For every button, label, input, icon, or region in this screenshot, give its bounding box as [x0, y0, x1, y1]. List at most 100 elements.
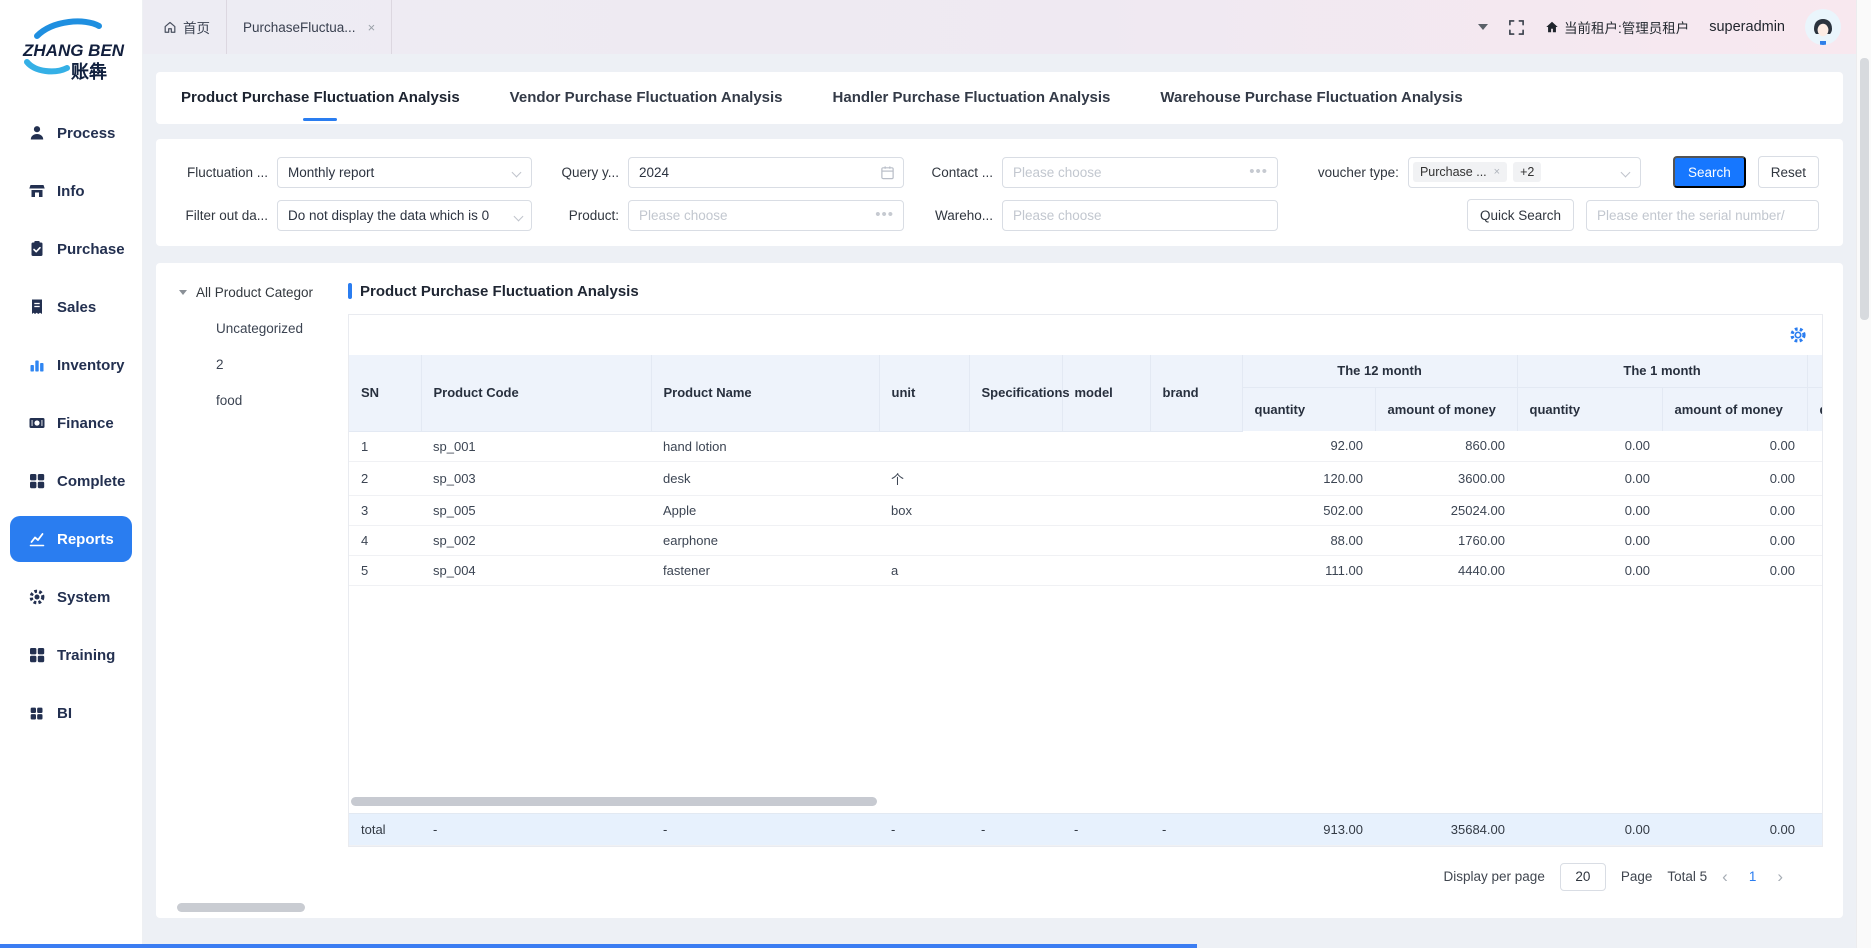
col-model[interactable]: model — [1062, 355, 1150, 431]
ellipsis-icon: ••• — [1249, 163, 1268, 180]
app-logo: ZHANG BEN 账犇 — [0, 0, 142, 104]
report-tab[interactable]: Warehouse Purchase Fluctuation Analysis — [1160, 72, 1462, 124]
col-unit[interactable]: unit — [879, 355, 969, 431]
col-12m-amount[interactable]: amount of money — [1375, 387, 1517, 431]
page-h-scrollbar-thumb[interactable] — [177, 903, 305, 912]
col-sn[interactable]: SN — [349, 355, 421, 431]
quick-search-button[interactable]: Quick Search — [1467, 199, 1574, 231]
cell-1m-amount: 0.00 — [1662, 555, 1807, 585]
total-1m-amount: 0.00 — [1662, 813, 1807, 845]
sidebar-item-complete[interactable]: Complete — [0, 452, 142, 510]
tree-item[interactable]: food — [156, 382, 348, 418]
table-toolbar — [349, 315, 1822, 355]
col-1m-quantity[interactable]: quantity — [1517, 387, 1662, 431]
chevron-down-icon — [512, 167, 522, 177]
col-brand[interactable]: brand — [1150, 355, 1242, 431]
col-product-code[interactable]: Product Code — [421, 355, 651, 431]
warehouse-input[interactable]: Please choose — [1002, 200, 1278, 231]
page-tab[interactable]: PurchaseFluctua... × — [227, 0, 391, 54]
tab-separator — [391, 0, 392, 54]
tag-close-icon[interactable]: × — [1494, 166, 1500, 178]
product-input[interactable]: Please choose ••• — [628, 200, 904, 231]
cell-model — [1062, 431, 1150, 461]
cell-spec — [969, 525, 1062, 555]
col-specifications[interactable]: Specifications — [969, 355, 1062, 431]
report-tab[interactable]: Product Purchase Fluctuation Analysis — [181, 72, 460, 124]
fullscreen-icon[interactable] — [1508, 19, 1525, 36]
info-icon — [27, 182, 46, 201]
page-size-input[interactable]: 20 — [1560, 863, 1606, 891]
sidebar-item-sales[interactable]: Sales — [0, 278, 142, 336]
cell-12m-quantity: 88.00 — [1242, 525, 1375, 555]
cell-unit — [879, 525, 969, 555]
tree-root-all-product-category[interactable]: All Product Categor — [156, 281, 348, 303]
sidebar-item-label: Purchase — [57, 241, 125, 258]
username[interactable]: superadmin — [1709, 19, 1785, 35]
sidebar-item-bi[interactable]: BI — [0, 684, 142, 742]
filter-zero-label: Filter out da... — [180, 208, 268, 223]
fluctuation-select[interactable]: Monthly report — [277, 157, 532, 188]
reset-button[interactable]: Reset — [1758, 156, 1819, 188]
table-row[interactable]: 1 sp_001 hand lotion 92.00 860.00 — [349, 431, 1822, 461]
col-product-name[interactable]: Product Name — [651, 355, 879, 431]
filter-zero-select[interactable]: Do not display the data which is 0 — [277, 200, 532, 231]
cell-code: sp_005 — [421, 495, 651, 525]
sidebar-item-process[interactable]: Process — [0, 104, 142, 162]
prev-page-icon[interactable]: ‹ — [1722, 868, 1728, 885]
avatar[interactable] — [1805, 9, 1841, 45]
sidebar-item-purchase[interactable]: Purchase — [0, 220, 142, 278]
table-h-scrollbar-thumb[interactable] — [351, 797, 877, 806]
next-page-icon[interactable]: › — [1777, 868, 1783, 885]
cell-brand — [1150, 525, 1242, 555]
cell-sn: 3 — [349, 495, 421, 525]
cell-unit: 个 — [879, 461, 969, 495]
cell-sn: 2 — [349, 461, 421, 495]
total-1m-quantity: 0.00 — [1517, 813, 1662, 845]
contact-input[interactable]: Please choose ••• — [1002, 157, 1278, 188]
close-icon[interactable]: × — [368, 21, 376, 34]
filter-panel: Fluctuation ... Monthly report Query y..… — [156, 139, 1843, 246]
cell-12m-quantity: 92.00 — [1242, 431, 1375, 461]
table-row[interactable]: 3 sp_005 Apple box 502.00 25024.00 — [349, 495, 1822, 525]
cell-model — [1062, 525, 1150, 555]
product-label: Product: — [559, 208, 619, 223]
cell-model — [1062, 555, 1150, 585]
sidebar-item-label: Process — [57, 125, 115, 142]
contact-label: Contact ... — [931, 165, 993, 180]
col-12m-quantity[interactable]: quantity — [1242, 387, 1375, 431]
table-row[interactable]: 2 sp_003 desk 个 120.00 3600.00 0.00 — [349, 461, 1822, 495]
col-1m-amount[interactable]: amount of money — [1662, 387, 1807, 431]
voucher-tag[interactable]: Purchase ... × — [1413, 162, 1507, 182]
report-tab[interactable]: Handler Purchase Fluctuation Analysis — [833, 72, 1111, 124]
report-tab[interactable]: Vendor Purchase Fluctuation Analysis — [510, 72, 783, 124]
column-settings-button[interactable] — [1789, 326, 1807, 344]
caret-down-icon[interactable] — [179, 290, 187, 295]
table-row[interactable]: 5 sp_004 fastener a 111.00 4440.00 — [349, 555, 1822, 585]
tenant-label: 当前租户:管理员租户 — [1564, 17, 1689, 37]
vertical-scrollbar[interactable] — [1856, 0, 1871, 948]
sidebar-item-reports[interactable]: Reports — [10, 516, 132, 562]
sidebar-item-inventory[interactable]: Inventory — [0, 336, 142, 394]
sidebar-item-finance[interactable]: Finance — [0, 394, 142, 452]
sidebar-item-system[interactable]: System — [0, 568, 142, 626]
chevron-down-icon[interactable] — [1478, 24, 1488, 30]
table-row[interactable]: 4 sp_002 earphone 88.00 1760.00 0. — [349, 525, 1822, 555]
vertical-scrollbar-thumb[interactable] — [1860, 58, 1869, 320]
tenant-info[interactable]: 当前租户:管理员租户 — [1545, 17, 1689, 37]
sidebar-item-training[interactable]: Training — [0, 626, 142, 684]
voucher-more-tag[interactable]: +2 — [1513, 162, 1541, 182]
tree-item[interactable]: Uncategorized — [156, 310, 348, 346]
col-group-12-month: The 12 month — [1242, 355, 1517, 387]
reports-icon — [27, 530, 46, 549]
purchase-icon — [27, 240, 46, 259]
tree-item[interactable]: 2 — [156, 346, 348, 382]
voucher-type-select[interactable]: Purchase ... × +2 — [1408, 157, 1641, 188]
current-page[interactable]: 1 — [1743, 869, 1763, 884]
complete-icon — [27, 472, 46, 491]
sidebar-item-info[interactable]: Info — [0, 162, 142, 220]
serial-number-input[interactable]: Please enter the serial number/ — [1586, 200, 1819, 231]
query-year-input[interactable]: 2024 — [628, 157, 904, 188]
cell-1m-quantity: 0.00 — [1517, 431, 1662, 461]
home-tab[interactable]: 首页 — [143, 0, 226, 54]
search-button[interactable]: Search — [1673, 156, 1746, 188]
